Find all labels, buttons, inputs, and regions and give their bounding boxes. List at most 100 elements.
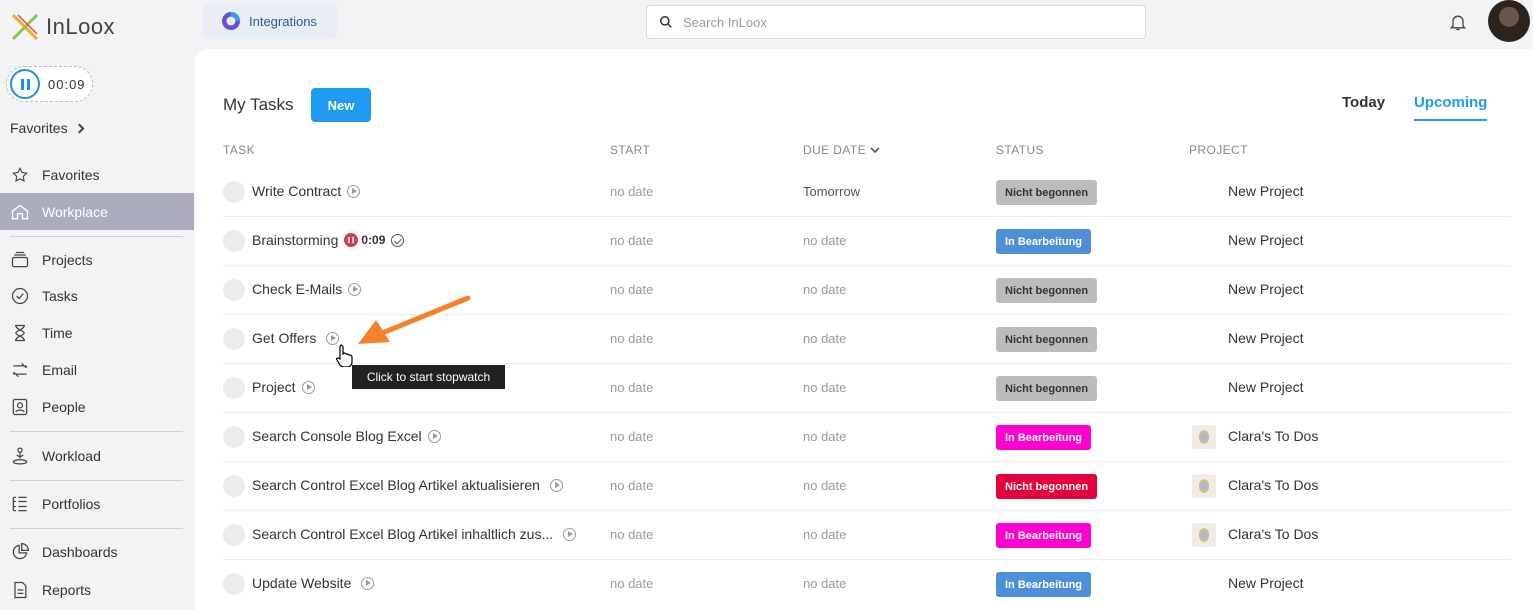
sidebar-item-time[interactable]: Time	[0, 315, 194, 351]
table-row[interactable]: Update Website no date no date In Bearbe…	[223, 560, 1511, 609]
task-due-date[interactable]: no date	[803, 576, 846, 591]
table-row[interactable]: Write Contract no date Tomorrow Nicht be…	[223, 168, 1511, 217]
status-badge[interactable]: In Bearbeitung	[996, 523, 1092, 548]
task-start[interactable]: no date	[610, 282, 653, 297]
task-name[interactable]: Project	[252, 379, 296, 395]
sidebar-item-workload[interactable]: Workload	[0, 438, 194, 474]
task-complete-checkbox[interactable]	[223, 377, 245, 399]
sidebar-item-projects[interactable]: Projects	[0, 242, 194, 278]
portfolios-icon	[10, 494, 30, 514]
search-input[interactable]	[683, 14, 1123, 30]
sidebar-item-portfolios[interactable]: Portfolios	[0, 486, 194, 522]
status-badge[interactable]: Nicht begonnen	[996, 180, 1098, 205]
task-due-date[interactable]: no date	[803, 478, 846, 493]
task-start[interactable]: no date	[610, 429, 653, 444]
sidebar-item-people[interactable]: People	[0, 389, 194, 425]
column-header-status[interactable]: STATUS	[996, 143, 1044, 157]
task-name[interactable]: Search Control Excel Blog Artikel aktual…	[252, 477, 540, 493]
task-due-date[interactable]: no date	[803, 282, 846, 297]
task-start[interactable]: no date	[610, 184, 653, 199]
task-complete-checkbox[interactable]	[223, 181, 245, 203]
task-due-date[interactable]: no date	[803, 380, 846, 395]
column-header-project[interactable]: PROJECT	[1189, 143, 1248, 157]
task-project[interactable]: New Project	[1228, 379, 1303, 395]
running-timer[interactable]: 0:09	[344, 233, 385, 247]
task-project[interactable]: Clara's To Dos	[1228, 428, 1318, 444]
start-stopwatch-icon[interactable]	[427, 429, 441, 443]
new-task-button[interactable]: New	[311, 88, 371, 122]
integrations-button[interactable]: Integrations	[203, 3, 337, 39]
status-badge[interactable]: Nicht begonnen	[996, 278, 1098, 303]
tab-today[interactable]: Today	[1342, 94, 1385, 111]
task-due-date[interactable]: no date	[803, 527, 846, 542]
start-stopwatch-icon[interactable]	[301, 380, 315, 394]
task-complete-checkbox[interactable]	[223, 573, 245, 595]
task-project[interactable]: Clara's To Dos	[1228, 477, 1318, 493]
task-name[interactable]: Update Website	[252, 575, 351, 591]
task-project[interactable]: New Project	[1228, 281, 1303, 297]
table-row[interactable]: Brainstorming 0:09 no date no date In Be…	[223, 217, 1511, 266]
status-badge[interactable]: In Bearbeitung	[996, 229, 1092, 254]
task-due-date[interactable]: no date	[803, 233, 846, 248]
task-name[interactable]: Search Console Blog Excel	[252, 428, 422, 444]
task-name[interactable]: Search Control Excel Blog Artikel inhalt…	[252, 526, 553, 542]
task-complete-checkbox[interactable]	[223, 230, 245, 252]
check-circle-icon[interactable]	[391, 233, 405, 247]
task-start[interactable]: no date	[610, 527, 653, 542]
table-row[interactable]: Search Control Excel Blog Artikel aktual…	[223, 462, 1511, 511]
favorites-header[interactable]: Favorites	[10, 120, 85, 136]
notifications-bell-icon[interactable]	[1448, 11, 1468, 33]
task-start[interactable]: no date	[610, 233, 653, 248]
task-name[interactable]: Check E-Mails	[252, 281, 342, 297]
sidebar-item-reports[interactable]: Reports	[0, 572, 194, 608]
task-due-date[interactable]: Tomorrow	[803, 184, 860, 199]
task-complete-checkbox[interactable]	[223, 426, 245, 448]
task-complete-checkbox[interactable]	[223, 475, 245, 497]
pause-stopwatch-icon[interactable]	[344, 233, 359, 247]
column-header-start[interactable]: START	[610, 143, 650, 157]
status-badge[interactable]: Nicht begonnen	[996, 327, 1098, 352]
task-name[interactable]: Brainstorming	[252, 232, 338, 248]
sidebar-divider	[10, 236, 183, 237]
tab-upcoming[interactable]: Upcoming	[1414, 94, 1488, 121]
status-badge[interactable]: Nicht begonnen	[996, 376, 1098, 401]
task-start[interactable]: no date	[610, 576, 653, 591]
project-thumbnail-icon	[1192, 425, 1216, 449]
table-row[interactable]: Search Console Blog Excel no date no dat…	[223, 413, 1511, 462]
task-project[interactable]: New Project	[1228, 330, 1303, 346]
task-complete-checkbox[interactable]	[223, 279, 245, 301]
task-complete-checkbox[interactable]	[223, 524, 245, 546]
search-box[interactable]	[646, 5, 1146, 39]
sidebar-item-favorites[interactable]: Favorites	[0, 157, 194, 193]
status-badge[interactable]: Nicht begonnen	[996, 474, 1098, 499]
start-stopwatch-icon[interactable]	[347, 184, 361, 198]
sidebar-item-dashboards[interactable]: Dashboards	[0, 534, 194, 570]
task-due-date[interactable]: no date	[803, 429, 846, 444]
column-header-due-date[interactable]: DUE DATE	[803, 143, 880, 157]
task-start[interactable]: no date	[610, 380, 653, 395]
pause-button[interactable]	[10, 69, 40, 99]
stopwatch-widget[interactable]: 00:09	[6, 66, 93, 102]
start-stopwatch-icon[interactable]	[563, 527, 577, 541]
table-row[interactable]: Search Control Excel Blog Artikel inhalt…	[223, 511, 1511, 560]
start-stopwatch-icon[interactable]	[361, 576, 375, 590]
column-header-task[interactable]: TASK	[223, 143, 255, 157]
status-badge[interactable]: In Bearbeitung	[996, 425, 1092, 450]
sidebar-item-tasks[interactable]: Tasks	[0, 278, 194, 314]
task-project[interactable]: Clara's To Dos	[1228, 526, 1318, 542]
status-badge[interactable]: In Bearbeitung	[996, 572, 1092, 597]
sidebar-item-email[interactable]: Email	[0, 352, 194, 388]
task-complete-checkbox[interactable]	[223, 328, 245, 350]
task-start[interactable]: no date	[610, 478, 653, 493]
task-due-date[interactable]: no date	[803, 331, 846, 346]
task-start[interactable]: no date	[610, 331, 653, 346]
sidebar-item-workplace[interactable]: Workplace	[0, 193, 194, 230]
task-project[interactable]: New Project	[1228, 183, 1303, 199]
task-project[interactable]: New Project	[1228, 575, 1303, 591]
task-name[interactable]: Get Offers	[252, 330, 316, 346]
user-avatar[interactable]	[1488, 0, 1530, 42]
task-project[interactable]: New Project	[1228, 232, 1303, 248]
start-stopwatch-icon[interactable]	[549, 478, 563, 492]
app-logo[interactable]: InLoox	[10, 12, 115, 42]
task-name[interactable]: Write Contract	[252, 183, 341, 199]
